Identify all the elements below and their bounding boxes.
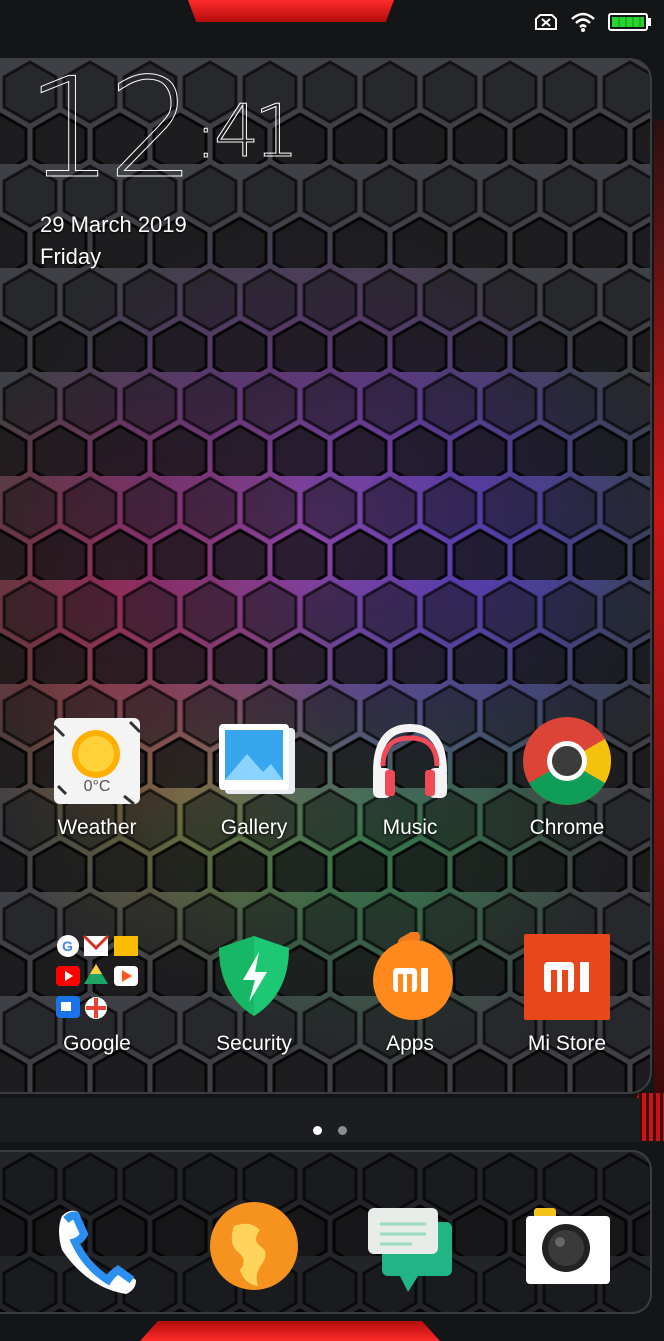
svg-text:G: G [62,938,73,954]
messages-icon [368,1208,452,1292]
page-indicator-bar [0,1098,640,1142]
weather-icon: 0°C [52,716,142,806]
dock-camera[interactable] [520,1200,620,1300]
mi-store-icon [522,932,612,1022]
app-google-folder[interactable]: G Google [22,932,172,1056]
mi-apps-icon [365,931,455,1022]
right-frame-rail [654,120,664,1100]
no-sim-icon [535,14,557,30]
top-frame-accent [188,0,394,22]
app-label-weather: Weather [57,816,137,839]
battery-icon [608,13,651,31]
security-shield-icon [209,932,299,1022]
clock-widget[interactable]: 12:41 [26,59,300,198]
app-security[interactable]: Security [179,932,329,1056]
app-weather[interactable]: 0°C Weather [22,716,172,840]
gallery-icon [209,716,299,806]
camera-icon [526,1208,610,1284]
app-label-google: Google [63,1032,131,1055]
wifi-icon [571,12,595,32]
app-apps[interactable]: Apps [335,931,485,1056]
app-label-security: Security [216,1032,292,1055]
page-dot-2[interactable] [338,1126,347,1135]
headphones-icon [365,716,455,806]
dock-phone[interactable] [48,1200,148,1300]
app-mi-store[interactable]: Mi Store [492,932,642,1056]
date-text: 29 March 2019 [40,212,187,237]
clock-separator: : [195,102,216,173]
app-music[interactable]: Music [335,716,485,840]
clock-hours: 12 [26,48,197,209]
weekday-text: Friday [40,244,102,269]
chrome-icon [522,716,612,806]
dock-browser[interactable] [204,1200,304,1300]
app-label-mi-store: Mi Store [527,1032,607,1055]
app-chrome[interactable]: Chrome [492,716,642,840]
app-label-music: Music [382,816,438,839]
bottom-frame-accent [140,1321,440,1341]
status-bar [534,12,652,32]
app-label-apps: Apps [386,1032,434,1055]
dock-messages[interactable] [362,1200,462,1300]
app-gallery[interactable]: Gallery [179,716,329,840]
app-label-chrome: Chrome [529,816,605,839]
clock-minutes: 41 [213,89,300,174]
google-folder-icon: G [52,932,142,1022]
weather-temp: 0°C [83,778,111,795]
phone-icon [59,1210,136,1294]
browser-icon [210,1202,298,1290]
app-label-gallery: Gallery [220,816,288,839]
page-dot-1[interactable] [313,1126,322,1135]
page-indicator[interactable] [313,1126,347,1135]
